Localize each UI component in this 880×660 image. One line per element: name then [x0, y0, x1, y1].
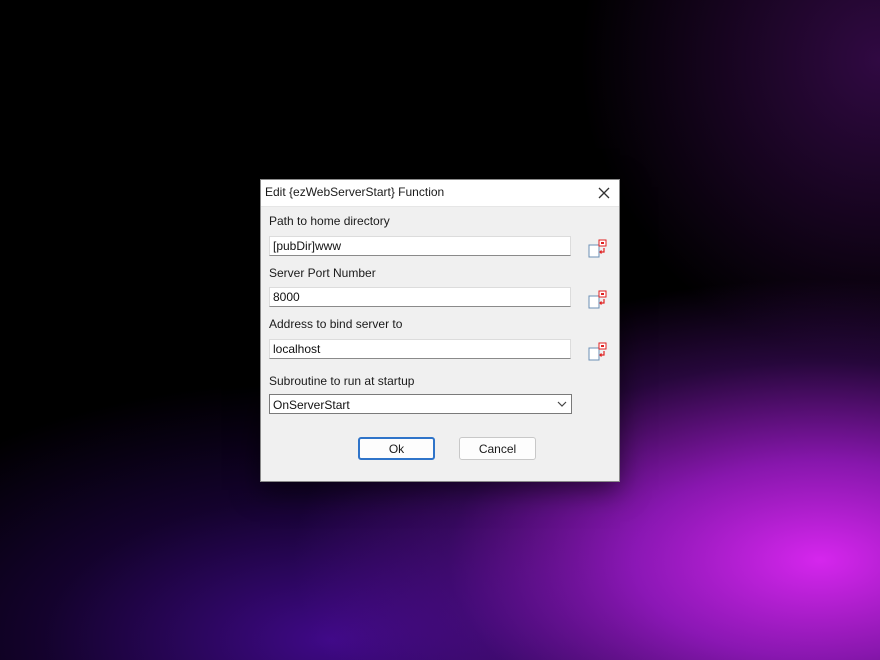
home-directory-input[interactable]	[269, 236, 571, 256]
close-button[interactable]	[589, 180, 619, 206]
insert-variable-icon	[588, 290, 607, 309]
server-port-input[interactable]	[269, 287, 571, 307]
startup-subroutine-select[interactable]: OnServerStart	[269, 394, 572, 414]
insert-variable-icon	[588, 239, 607, 258]
server-port-variable-button[interactable]	[587, 289, 609, 311]
cancel-button[interactable]: Cancel	[459, 437, 536, 460]
server-port-label: Server Port Number	[269, 266, 376, 280]
edit-function-dialog: Edit {ezWebServerStart} Function Path to…	[260, 179, 620, 482]
title-bar: Edit {ezWebServerStart} Function	[261, 180, 619, 207]
bind-address-variable-button[interactable]	[587, 341, 609, 363]
chevron-down-icon	[557, 401, 567, 407]
bind-address-input[interactable]	[269, 339, 571, 359]
close-icon	[598, 187, 610, 199]
ok-button[interactable]: Ok	[358, 437, 435, 460]
insert-variable-icon	[588, 342, 607, 361]
home-directory-variable-button[interactable]	[587, 238, 609, 260]
home-directory-label: Path to home directory	[269, 214, 390, 228]
startup-subroutine-value: OnServerStart	[273, 398, 350, 412]
bind-address-label: Address to bind server to	[269, 317, 403, 331]
dialog-title: Edit {ezWebServerStart} Function	[265, 185, 445, 199]
startup-subroutine-label: Subroutine to run at startup	[269, 374, 415, 388]
